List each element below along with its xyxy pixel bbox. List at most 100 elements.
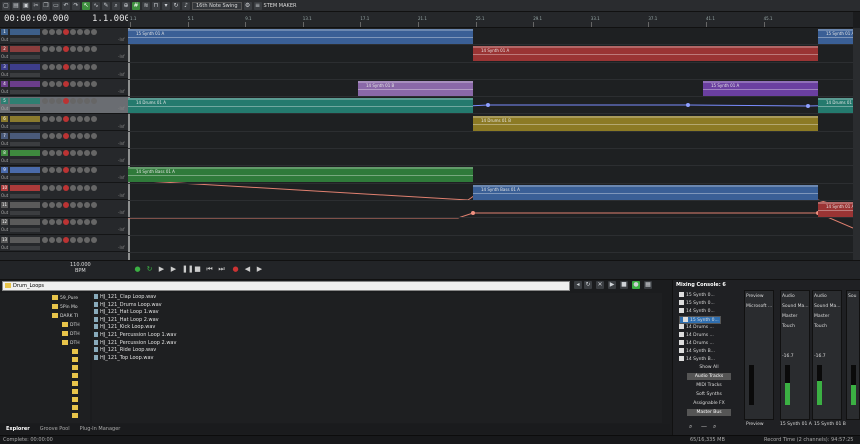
fx-icon[interactable] <box>56 236 62 243</box>
undo-icon[interactable]: ↶ <box>62 1 70 10</box>
strip-fader[interactable] <box>749 365 754 405</box>
mute-icon[interactable] <box>42 80 48 87</box>
pan-icon[interactable] <box>91 63 97 70</box>
automation-icon[interactable] <box>70 46 76 53</box>
automation-icon[interactable] <box>70 80 76 87</box>
fx-icon[interactable] <box>56 46 62 53</box>
solo-icon[interactable] <box>49 184 55 191</box>
mixer-track-item[interactable]: 15 Synth 0... <box>679 316 721 324</box>
pan-icon[interactable] <box>91 167 97 174</box>
file-item[interactable]: HJ_121_Hat Loop 2.wav <box>94 316 159 323</box>
mixer-track-item[interactable]: 14 Drums ... <box>679 332 714 338</box>
audio-clip[interactable]: 14 Synth 01 A <box>473 46 818 62</box>
views-icon[interactable]: ▦ <box>644 281 652 289</box>
mute-icon[interactable] <box>42 63 48 70</box>
pan-icon[interactable] <box>91 184 97 191</box>
loop-icon[interactable]: ↻ <box>172 1 180 10</box>
knob-icon[interactable] <box>84 98 90 105</box>
zoom-out-icon[interactable]: ⌕ <box>713 423 716 431</box>
mixer-filter-button[interactable]: Soft Synths <box>687 391 731 398</box>
folder-item[interactable]: 5Pin Mo <box>52 304 78 310</box>
track-output[interactable]: Out <box>1 210 8 215</box>
pan-icon[interactable] <box>91 150 97 157</box>
mute-icon[interactable] <box>42 236 48 243</box>
record-icon[interactable]: ● <box>232 266 239 273</box>
swing-select[interactable]: 16th Note Swing <box>192 1 242 10</box>
zoom-slider[interactable]: — <box>701 423 707 430</box>
strip-automation-mode[interactable]: Touch <box>814 324 827 329</box>
pan-icon[interactable] <box>91 219 97 226</box>
track-lane[interactable] <box>128 236 853 253</box>
file-item[interactable]: HJ_121_Kick Loop.wav <box>94 324 155 330</box>
solo-icon[interactable] <box>49 80 55 87</box>
channel-strip[interactable]: Preview Microsoft ... <box>744 290 774 420</box>
track-name-field[interactable] <box>10 184 40 191</box>
input-icon[interactable] <box>77 46 83 53</box>
knob-icon[interactable] <box>84 63 90 70</box>
knob-icon[interactable] <box>84 202 90 208</box>
magnify-tool-icon[interactable]: ⌕ <box>112 1 120 10</box>
edit-tool-icon[interactable]: ↖ <box>82 1 90 10</box>
track-output[interactable]: Out <box>1 72 8 77</box>
solo-icon[interactable] <box>49 29 55 35</box>
track-output[interactable]: Out <box>1 175 8 180</box>
checkbox-icon[interactable] <box>679 324 684 329</box>
knob-icon[interactable] <box>84 236 90 243</box>
checkbox-icon[interactable] <box>679 292 684 297</box>
pan-icon[interactable] <box>91 132 97 139</box>
mute-icon[interactable] <box>42 184 48 191</box>
solo-icon[interactable] <box>49 98 55 105</box>
track-volume-slider[interactable] <box>10 38 40 42</box>
tempo-display[interactable]: 110.000 BPM <box>70 262 91 274</box>
record-arm-icon[interactable]: ● <box>134 266 141 273</box>
arm-icon[interactable] <box>63 29 69 35</box>
track-lane[interactable] <box>128 218 853 236</box>
audio-clip[interactable]: 14 Drums 01 B <box>473 115 818 131</box>
fx-icon[interactable] <box>56 115 62 122</box>
fx-icon[interactable] <box>56 80 62 87</box>
input-icon[interactable] <box>77 98 83 105</box>
folder-item[interactable] <box>72 373 80 379</box>
auto-preview-icon[interactable]: ● <box>632 281 640 289</box>
solo-icon[interactable] <box>49 115 55 122</box>
mute-icon[interactable] <box>42 150 48 157</box>
mixer-track-item[interactable]: 14 Synth 0... <box>679 308 715 314</box>
folder-item[interactable]: DARK TI <box>52 313 78 319</box>
input-icon[interactable] <box>77 63 83 70</box>
track-output[interactable]: Out <box>1 37 8 42</box>
preview-play-icon[interactable]: ▶ <box>608 281 616 289</box>
knob-icon[interactable] <box>84 115 90 122</box>
preview-stop-icon[interactable]: ■ <box>620 281 628 289</box>
delete-icon[interactable]: ✕ <box>596 281 604 289</box>
mixer-filter-button[interactable]: Audio Tracks <box>687 373 731 380</box>
track-lane[interactable] <box>128 149 853 167</box>
loop-playback-icon[interactable]: ↻ <box>146 266 153 273</box>
input-icon[interactable] <box>77 132 83 139</box>
track-volume-slider[interactable] <box>10 55 40 60</box>
strip-bus[interactable]: Master <box>814 314 829 319</box>
track-header[interactable]: 10 Out -Inf <box>0 184 128 201</box>
rewind-icon[interactable]: ◀ <box>244 266 251 273</box>
pencil-tool-icon[interactable]: ✎ <box>102 1 110 10</box>
pan-icon[interactable] <box>91 202 97 208</box>
input-icon[interactable] <box>77 202 83 208</box>
arm-icon[interactable] <box>63 150 69 157</box>
checkbox-icon[interactable] <box>683 317 688 322</box>
knob-icon[interactable] <box>84 219 90 226</box>
mixer-filter-button[interactable]: MIDI Tracks <box>687 382 731 389</box>
strip-bus[interactable]: Master <box>782 314 797 319</box>
input-icon[interactable] <box>77 167 83 174</box>
arm-icon[interactable] <box>63 184 69 191</box>
mixer-track-item[interactable]: 14 Drums ... <box>679 324 714 330</box>
automation-icon[interactable] <box>70 63 76 70</box>
track-output[interactable]: Out <box>1 227 8 232</box>
track-output[interactable]: Out <box>1 158 8 163</box>
checkbox-icon[interactable] <box>679 356 684 361</box>
stem-maker-button[interactable]: STEM MAKER <box>264 3 297 9</box>
track-header[interactable]: 6 Out -Inf <box>0 115 128 131</box>
mute-icon[interactable] <box>42 29 48 35</box>
folder-item[interactable] <box>72 349 80 355</box>
solo-icon[interactable] <box>49 219 55 226</box>
track-name-field[interactable] <box>10 63 40 70</box>
arm-icon[interactable] <box>63 202 69 208</box>
